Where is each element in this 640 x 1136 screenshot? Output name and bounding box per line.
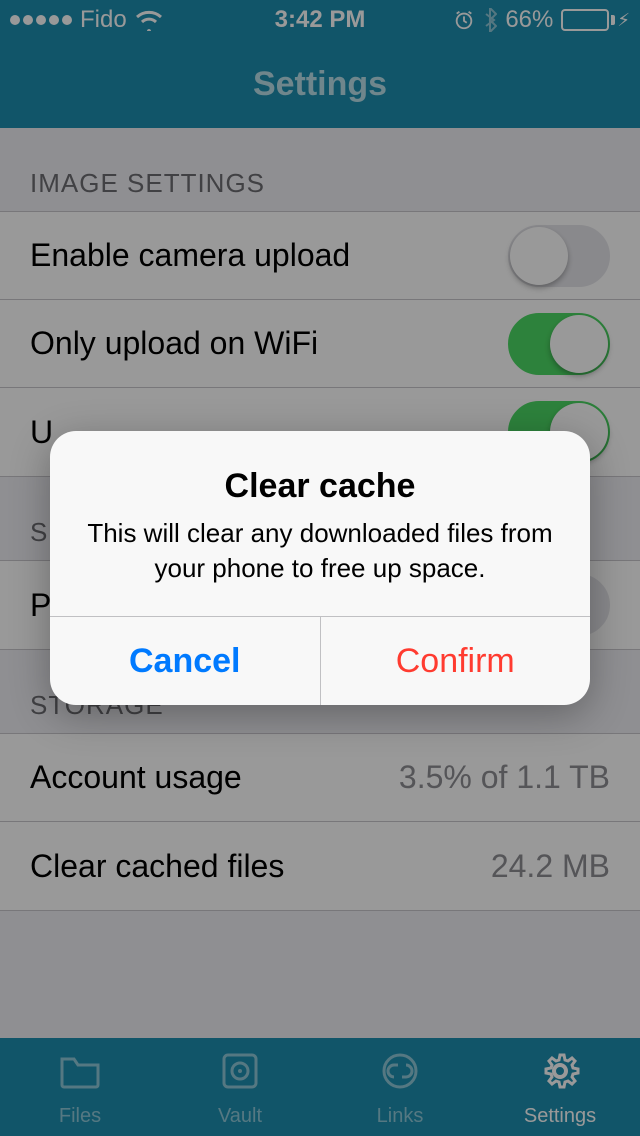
confirm-button[interactable]: Confirm <box>320 617 591 705</box>
cancel-button[interactable]: Cancel <box>50 617 320 705</box>
alert-title: Clear cache <box>80 467 560 506</box>
screen: Fido 3:42 PM 66% ⚡︎ <box>0 0 640 1136</box>
alert-buttons: Cancel Confirm <box>50 616 590 705</box>
alert-dialog: Clear cache This will clear any download… <box>50 431 590 705</box>
alert-body: Clear cache This will clear any download… <box>50 431 590 616</box>
alert-message: This will clear any downloaded files fro… <box>80 516 560 586</box>
modal-overlay: Clear cache This will clear any download… <box>0 0 640 1136</box>
